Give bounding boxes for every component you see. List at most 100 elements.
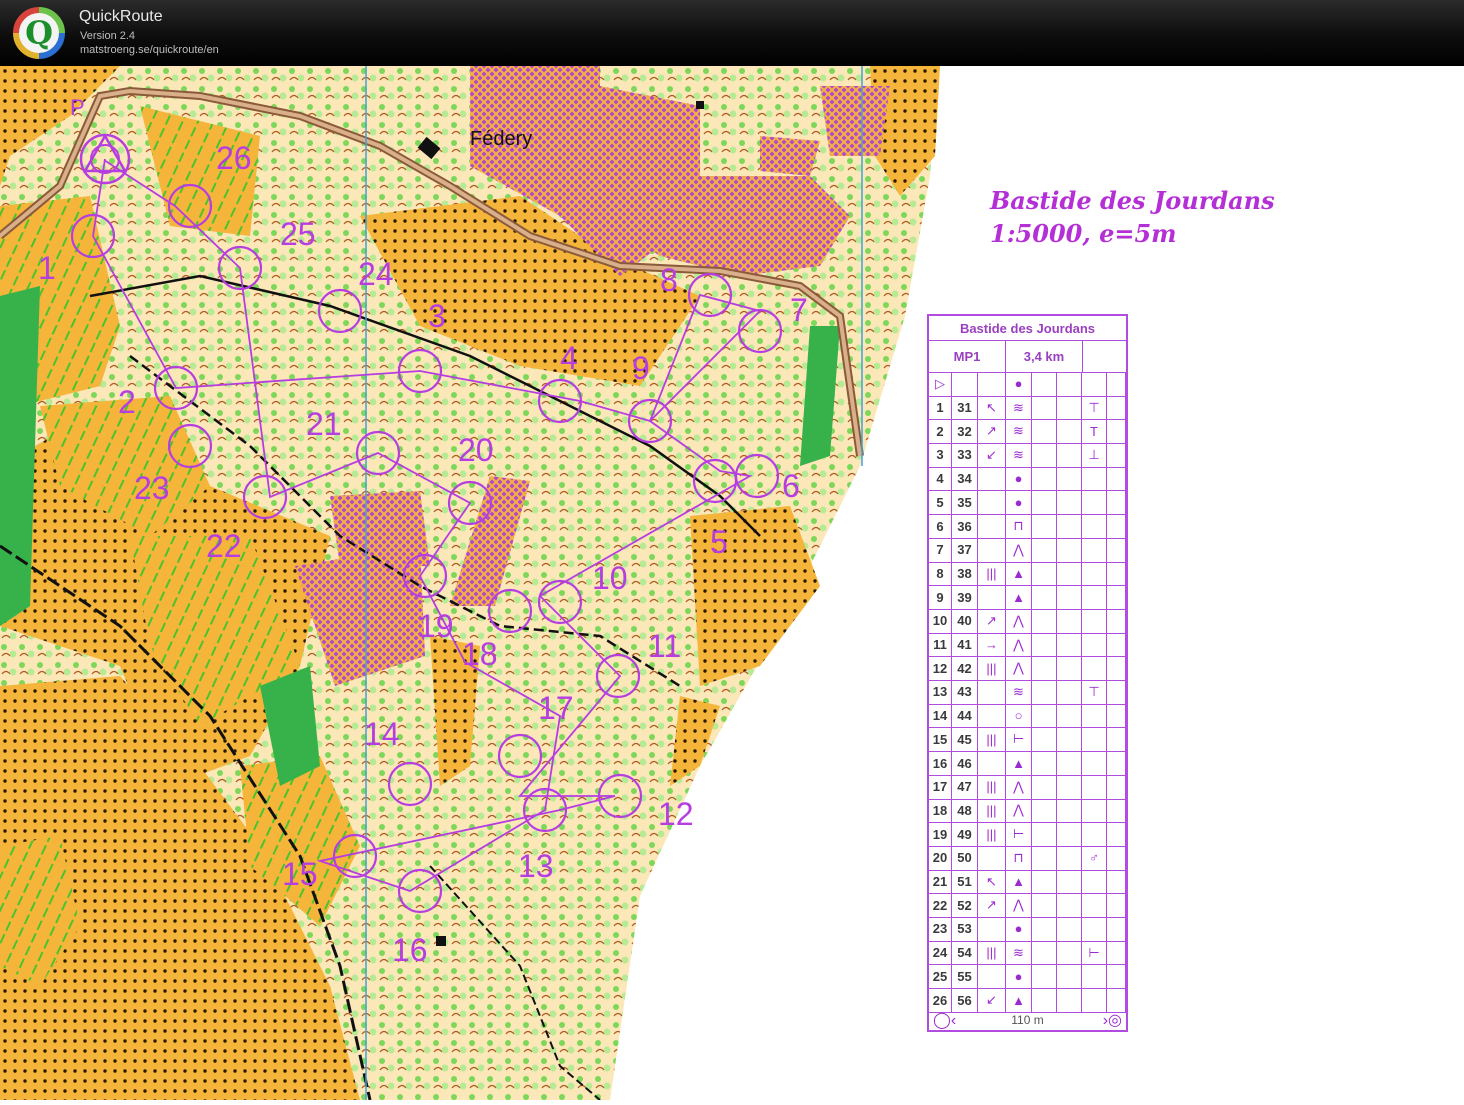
control-number-17: 17 <box>538 690 574 726</box>
description-row: 6 36 ⊓ <box>929 514 1126 539</box>
col-f <box>1057 490 1082 515</box>
orienteering-map[interactable]: 1 2 3 4 5 6 7 8 9 10 11 12 13 14 15 16 1… <box>0 66 1464 1101</box>
description-row: 10 40 ↗ ⋀ <box>929 609 1126 634</box>
description-event-title: Bastide des Jourdans <box>929 316 1126 341</box>
col-e <box>1032 869 1057 894</box>
control-sequence: 5 <box>929 490 952 515</box>
col-h <box>1107 846 1126 870</box>
col-e <box>1032 917 1057 941</box>
description-row: 25 55 ● <box>929 964 1126 990</box>
direction-symbol: ↗ <box>978 609 1006 633</box>
col-f <box>1057 537 1082 562</box>
col-h <box>1107 869 1126 894</box>
description-row: 7 37 ⋀ <box>929 537 1126 563</box>
position-symbol <box>1082 893 1107 918</box>
control-number-23: 23 <box>134 470 170 506</box>
finish-length: 110 m <box>1011 1013 1044 1027</box>
col-h <box>1107 964 1126 989</box>
col-h <box>1107 466 1126 491</box>
start-col-g <box>1082 372 1107 396</box>
direction-symbol: → <box>978 632 1006 657</box>
col-h <box>1107 727 1126 752</box>
feature-symbol: ≋ <box>1006 680 1032 704</box>
position-symbol: T <box>1082 419 1107 444</box>
col-f <box>1057 846 1082 870</box>
position-symbol <box>1082 490 1107 515</box>
col-h <box>1107 680 1126 704</box>
control-sequence: 15 <box>929 727 952 752</box>
feature-symbol: ≋ <box>1006 395 1032 420</box>
description-row: 15 45 ||| ⊢ <box>929 727 1126 753</box>
description-course-row: MP1 3,4 km <box>929 340 1126 373</box>
control-code: 33 <box>952 443 978 467</box>
feature-symbol: ⋀ <box>1006 774 1032 799</box>
direction-symbol <box>978 917 1006 941</box>
description-row: 8 38 ||| ▲ <box>929 561 1126 587</box>
control-sequence: 6 <box>929 514 952 538</box>
col-h <box>1107 703 1126 728</box>
control-sequence: 23 <box>929 917 952 941</box>
col-h <box>1107 561 1126 586</box>
position-symbol: ⊥ <box>1082 443 1107 467</box>
col-f <box>1057 680 1082 704</box>
position-symbol: ♂ <box>1082 846 1107 870</box>
feature-symbol: ▲ <box>1006 585 1032 609</box>
control-sequence: 14 <box>929 703 952 728</box>
col-e <box>1032 964 1057 989</box>
col-f <box>1057 822 1082 846</box>
col-f <box>1057 774 1082 799</box>
description-row: 17 47 ||| ⋀ <box>929 774 1126 800</box>
description-course-length: 3,4 km <box>1006 340 1083 372</box>
description-row: 9 39 ▲ <box>929 585 1126 610</box>
start-dir <box>978 372 1006 396</box>
control-sequence: 24 <box>929 940 952 965</box>
control-number-1: 1 <box>38 250 56 286</box>
control-number-21: 21 <box>306 406 342 442</box>
col-h <box>1107 537 1126 562</box>
description-row: 19 49 ||| ⊢ <box>929 822 1126 847</box>
col-f <box>1057 893 1082 918</box>
description-row: 1 31 ↖ ≋ ⊤ <box>929 395 1126 421</box>
description-row: 14 44 ○ <box>929 703 1126 729</box>
feature-symbol: ⋀ <box>1006 537 1032 562</box>
col-e <box>1032 893 1057 918</box>
description-row: 3 33 ↙ ≋ ⊥ <box>929 443 1126 468</box>
direction-symbol <box>978 846 1006 870</box>
col-h <box>1107 751 1126 775</box>
feature-symbol: ▲ <box>1006 561 1032 586</box>
control-number-26: 26 <box>216 140 252 176</box>
position-symbol <box>1082 798 1107 823</box>
control-code: 40 <box>952 609 978 633</box>
quickroute-logo-icon: Q <box>13 7 65 59</box>
control-sequence: 20 <box>929 846 952 870</box>
direction-symbol: ↖ <box>978 395 1006 420</box>
feature-symbol: ≋ <box>1006 940 1032 965</box>
control-code: 31 <box>952 395 978 420</box>
direction-symbol <box>978 585 1006 609</box>
description-row: 18 48 ||| ⋀ <box>929 798 1126 824</box>
col-h <box>1107 395 1126 420</box>
col-h <box>1107 940 1126 965</box>
col-h <box>1107 585 1126 609</box>
control-number-4: 4 <box>560 340 578 376</box>
start-col-e <box>1032 372 1057 396</box>
feature-symbol: ⋀ <box>1006 893 1032 918</box>
control-code: 54 <box>952 940 978 965</box>
feature-symbol: ⋀ <box>1006 632 1032 657</box>
control-sequence: 2 <box>929 419 952 444</box>
col-f <box>1057 727 1082 752</box>
feature-symbol: ⋀ <box>1006 798 1032 823</box>
app-url[interactable]: matstroeng.se/quickroute/en <box>80 44 219 56</box>
direction-symbol: ||| <box>978 656 1006 681</box>
col-f <box>1057 917 1082 941</box>
description-row: 20 50 ⊓ ♂ <box>929 846 1126 871</box>
col-h <box>1107 443 1126 467</box>
direction-symbol: ||| <box>978 727 1006 752</box>
description-course-name: MP1 <box>929 340 1006 372</box>
position-symbol <box>1082 751 1107 775</box>
map-title-line1: Bastide des Jourdans <box>990 186 1275 215</box>
col-e <box>1032 395 1057 420</box>
control-sequence: 18 <box>929 798 952 823</box>
col-f <box>1057 869 1082 894</box>
position-symbol <box>1082 514 1107 538</box>
